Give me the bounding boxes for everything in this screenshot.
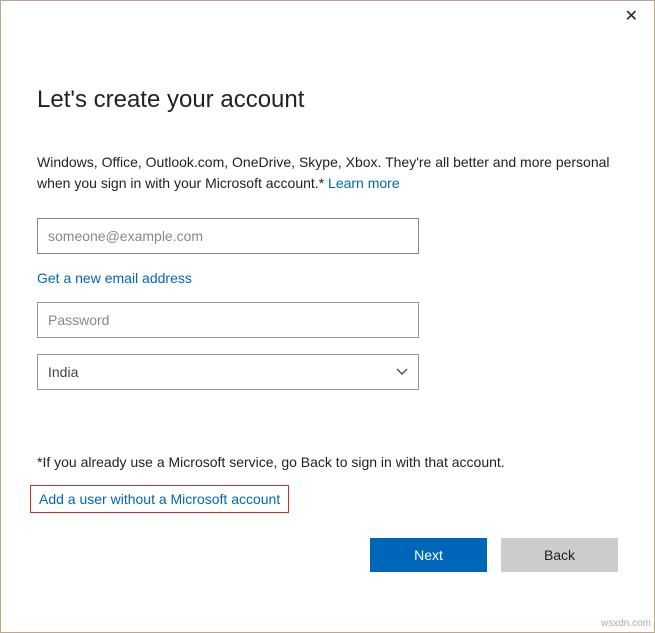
country-select[interactable]: India <box>37 354 419 390</box>
email-field-group <box>37 218 618 254</box>
close-icon: ✕ <box>625 8 638 25</box>
dialog-content: Let's create your account Windows, Offic… <box>1 1 654 390</box>
password-field-group <box>37 302 618 338</box>
description-body: Windows, Office, Outlook.com, OneDrive, … <box>37 154 610 191</box>
back-button[interactable]: Back <box>501 538 618 572</box>
learn-more-link[interactable]: Learn more <box>328 175 400 191</box>
next-button[interactable]: Next <box>370 538 487 572</box>
close-button[interactable]: ✕ <box>617 5 646 29</box>
email-field[interactable] <box>37 218 419 254</box>
button-row: Next Back <box>370 538 618 572</box>
description-text: Windows, Office, Outlook.com, OneDrive, … <box>37 152 618 194</box>
get-new-email-link[interactable]: Get a new email address <box>37 270 618 286</box>
password-field[interactable] <box>37 302 419 338</box>
add-user-without-account-link[interactable]: Add a user without a Microsoft account <box>39 491 280 507</box>
dialog-window: ✕ Let's create your account Windows, Off… <box>0 0 655 633</box>
footer-note: *If you already use a Microsoft service,… <box>37 454 505 470</box>
watermark: wsxdn.com <box>601 618 651 629</box>
add-user-highlight-box: Add a user without a Microsoft account <box>30 485 289 513</box>
chevron-down-icon <box>396 366 408 378</box>
page-title: Let's create your account <box>37 86 618 114</box>
country-select-value: India <box>48 364 396 380</box>
